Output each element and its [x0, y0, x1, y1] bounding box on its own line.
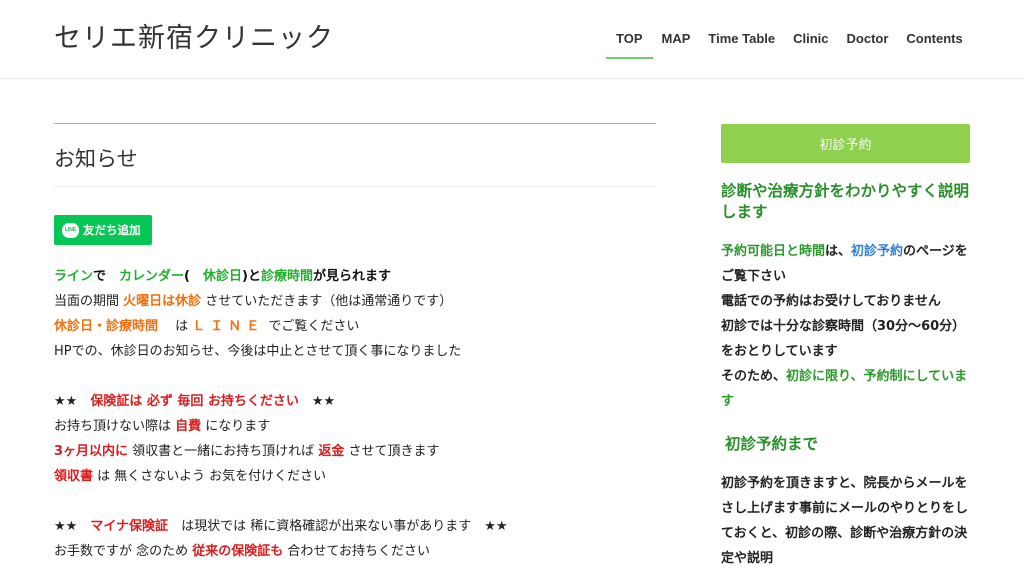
notice-line: 休診日・診療時間 は ＬＩＮＥ でご覧ください: [54, 314, 656, 339]
three-months-text: 3ヶ月以内に: [54, 444, 129, 459]
line-link[interactable]: ライン: [54, 269, 93, 284]
star-marks: ★★: [54, 394, 91, 409]
notice-line: HPでの、休診日のお知らせ、今後は中止とさせて頂く事になりました: [54, 344, 462, 359]
notice-text: お手数ですが 念のため: [54, 544, 193, 559]
subheading-divider: [54, 186, 656, 187]
notice-text: で: [93, 269, 120, 284]
hours-text: 診療時間: [260, 269, 313, 284]
notice-text: )と: [242, 269, 261, 284]
notice-body: ラインで カレンダー( 休診日)と診療時間が見られます 当面の期間 火曜日は休診…: [54, 264, 656, 564]
self-pay-text: 自費: [175, 419, 202, 434]
refund-text: 返金: [318, 444, 345, 459]
first-visit-reservation-link[interactable]: 初診予約: [851, 244, 903, 259]
page-title: お知らせ: [54, 147, 138, 171]
sidebar-text: 電話での予約はお受けしておりません: [721, 294, 941, 309]
main-nav: TOP MAP Time Table Clinic Doctor Content…: [606, 31, 972, 61]
notice-text: (: [184, 269, 203, 284]
notice-text: は 無くさないよう お気を付けください: [93, 469, 327, 484]
sidebar-text-email: 初診予約を頂きますと、院長からメールをさし上げます事前にメールのやりとりをしてお…: [721, 476, 969, 566]
sidebar-text: 初診では十分な診察時間（30分～60分）をおとりしています: [721, 319, 966, 359]
heading-divider: [54, 123, 656, 124]
scrollbar-track[interactable]: [1006, 79, 1024, 579]
sidebar: 初診予約 診断や治療方針をわかりやすく説明します 予約可能日と時間は、初診予約の…: [721, 124, 970, 571]
notice-line: 3ヶ月以内に 領収書と一緒にお持ち頂ければ 返金 させて頂きます: [54, 439, 656, 464]
main-content: お知らせ LINE 友だち追加 ラインで カレンダー( 休診日)と診療時間が見ら…: [54, 123, 656, 559]
star-marks: ★★: [298, 394, 336, 409]
notice-text: が見られます: [312, 269, 391, 284]
notice-line: お持ち頂けない際は 自費 になります: [54, 414, 656, 439]
holiday-text: 休診日: [203, 269, 243, 284]
site-header: セリエ新宿クリニック TOP MAP Time Table Clinic Doc…: [0, 0, 1024, 79]
sidebar-text: は、: [825, 244, 852, 259]
nav-top[interactable]: TOP: [606, 31, 653, 59]
first-visit-reservation-button[interactable]: 初診予約: [721, 124, 970, 163]
reservation-dates-text: 予約可能日と時間: [721, 244, 826, 259]
notice-line: ★★ マイナ保険証 は現状では 稀に資格確認が出来ない事があります ★★: [54, 514, 656, 539]
notice-line: ラインで カレンダー( 休診日)と診療時間が見られます: [54, 264, 656, 289]
sidebar-text: そのため、: [721, 369, 787, 384]
holiday-hours-text: 休診日・診療時間: [54, 319, 159, 334]
tuesday-closed-text: 火曜日は休診: [123, 294, 202, 309]
notice-line: お手数ですが 念のため 従来の保険証も 合わせてお持ちください: [54, 539, 656, 564]
notice-text: は現状では 稀に資格確認が出来ない事があります ★★: [168, 519, 508, 534]
old-insurance-card-text: 従来の保険証も: [192, 544, 284, 559]
notice-line: 領収書 は 無くさないよう お気を付けください: [54, 464, 656, 489]
nav-time-table[interactable]: Time Table: [699, 31, 784, 59]
sidebar-heading-explanation: 診断や治療方針をわかりやすく説明します: [721, 182, 970, 221]
notice-line: ★★ 保険証は 必ず 毎回 お持ちください ★★: [54, 389, 656, 414]
notice-text: 当面の期間: [54, 294, 124, 309]
line-text: ＬＩＮＥ: [192, 319, 265, 334]
nav-doctor[interactable]: Doctor: [838, 31, 898, 59]
notice-text: でご覧ください: [264, 319, 360, 334]
notice-text: 合わせてお持ちください: [283, 544, 431, 559]
line-add-friend-button[interactable]: LINE 友だち追加: [54, 215, 152, 245]
sidebar-text-reservation: 予約可能日と時間は、初診予約のページをご覧下さい 電話での予約はお受けしておりま…: [721, 239, 970, 414]
notice-text: お持ち頂けない際は: [54, 419, 176, 434]
line-icon: LINE: [62, 222, 79, 238]
my-number-card-text: マイナ保険証: [90, 519, 169, 534]
notice-text: させて頂きます: [344, 444, 440, 459]
line-add-friend-label: 友だち追加: [83, 223, 141, 237]
star-marks: ★★: [54, 519, 91, 534]
notice-text: は: [158, 319, 193, 334]
insurance-card-warning: 保険証は 必ず 毎回 お持ちください: [90, 394, 299, 409]
notice-text: 領収書と一緒にお持ち頂ければ: [128, 444, 319, 459]
nav-clinic[interactable]: Clinic: [784, 31, 837, 59]
sidebar-heading-until-reservation: 初診予約まで: [725, 435, 819, 453]
calendar-text: カレンダー: [119, 269, 185, 284]
nav-map[interactable]: MAP: [653, 31, 700, 59]
notice-text: させていただきます（他は通常通りです）: [201, 294, 453, 309]
receipt-text: 領収書: [54, 469, 94, 484]
site-title[interactable]: セリエ新宿クリニック: [54, 16, 334, 55]
nav-contents[interactable]: Contents: [897, 31, 971, 59]
notice-text: になります: [201, 419, 271, 434]
notice-line: 当面の期間 火曜日は休診 させていただきます（他は通常通りです）: [54, 289, 656, 314]
